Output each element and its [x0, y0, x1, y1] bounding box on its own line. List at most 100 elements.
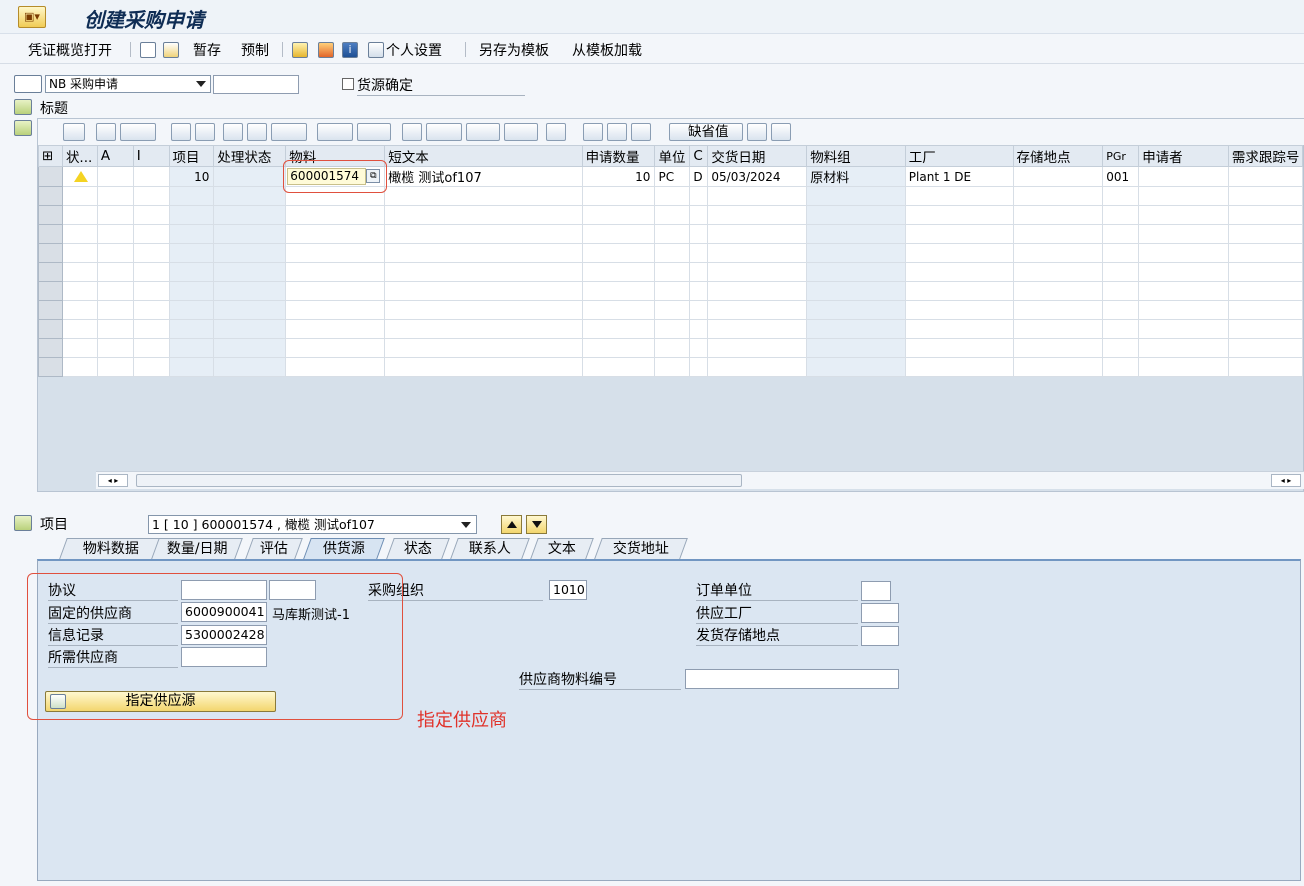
empty-cell[interactable]: [384, 224, 583, 244]
empty-cell[interactable]: [1012, 224, 1104, 244]
empty-cell[interactable]: [285, 300, 386, 320]
empty-cell[interactable]: [213, 205, 287, 225]
previous-item-button[interactable]: [501, 515, 522, 534]
empty-cell[interactable]: [213, 281, 287, 301]
row-selector[interactable]: [38, 357, 63, 377]
table-row-empty[interactable]: [38, 281, 1304, 301]
col-plant[interactable]: 工厂: [904, 145, 1014, 167]
empty-cell[interactable]: [689, 300, 709, 320]
col-unit[interactable]: 单位: [654, 145, 691, 167]
tab-contact[interactable]: 联系人: [450, 538, 530, 559]
save-as-template-button[interactable]: 另存为模板: [479, 40, 549, 60]
empty-cell[interactable]: [132, 243, 170, 263]
empty-cell[interactable]: [707, 338, 808, 358]
empty-cell[interactable]: [384, 262, 583, 282]
empty-cell[interactable]: [1012, 281, 1104, 301]
assign-icon[interactable]: [607, 123, 627, 141]
row-selector[interactable]: [38, 205, 63, 225]
empty-cell[interactable]: [1138, 357, 1229, 377]
empty-cell[interactable]: [581, 243, 656, 263]
open-folder-icon[interactable]: [163, 42, 179, 58]
collapse-item-detail-icon[interactable]: [14, 515, 32, 531]
empty-cell[interactable]: [1138, 281, 1229, 301]
empty-cell[interactable]: [384, 186, 583, 206]
empty-cell[interactable]: [806, 262, 906, 282]
expand-header-icon[interactable]: [14, 99, 32, 115]
grid-info-icon[interactable]: [546, 123, 566, 141]
empty-cell[interactable]: [806, 281, 906, 301]
row-selector[interactable]: [38, 243, 63, 263]
empty-cell[interactable]: [707, 205, 808, 225]
row-selector[interactable]: [38, 319, 63, 339]
empty-cell[interactable]: [213, 243, 287, 263]
document-type-select[interactable]: NB 采购申请: [45, 75, 211, 93]
empty-cell[interactable]: [1138, 262, 1229, 282]
empty-cell[interactable]: [904, 357, 1014, 377]
col-requester[interactable]: 申请者: [1138, 145, 1229, 167]
empty-cell[interactable]: [61, 243, 98, 263]
cell-storage-location[interactable]: [1012, 166, 1104, 187]
empty-cell[interactable]: [168, 262, 215, 282]
empty-cell[interactable]: [213, 338, 287, 358]
empty-cell[interactable]: [581, 300, 656, 320]
empty-cell[interactable]: [806, 186, 906, 206]
empty-cell[interactable]: [806, 300, 906, 320]
empty-cell[interactable]: [654, 319, 691, 339]
view-icon[interactable]: [426, 123, 462, 141]
col-delivery-date[interactable]: 交货日期: [707, 145, 808, 167]
empty-cell[interactable]: [213, 319, 287, 339]
empty-cell[interactable]: [168, 338, 215, 358]
empty-cell[interactable]: [654, 338, 691, 358]
cell-c[interactable]: D: [689, 166, 709, 187]
menu-icon[interactable]: ▣▾: [18, 6, 46, 28]
issue-storage-field[interactable]: [861, 626, 899, 646]
tab-delivery-address[interactable]: 交货地址: [594, 538, 688, 559]
sort-descending-icon[interactable]: [195, 123, 215, 141]
empty-cell[interactable]: [285, 281, 386, 301]
empty-cell[interactable]: [806, 224, 906, 244]
empty-cell[interactable]: [384, 319, 583, 339]
cell-unit[interactable]: PC: [654, 166, 691, 187]
empty-cell[interactable]: [61, 338, 98, 358]
empty-cell[interactable]: [168, 357, 215, 377]
empty-cell[interactable]: [689, 186, 709, 206]
empty-cell[interactable]: [384, 357, 583, 377]
empty-cell[interactable]: [384, 243, 583, 263]
empty-cell[interactable]: [168, 281, 215, 301]
empty-cell[interactable]: [904, 338, 1014, 358]
empty-cell[interactable]: [689, 319, 709, 339]
messages-icon[interactable]: [292, 42, 308, 58]
empty-cell[interactable]: [285, 224, 386, 244]
empty-cell[interactable]: [581, 224, 656, 244]
source-determination-icon[interactable]: [583, 123, 603, 141]
load-from-template-button[interactable]: 从模板加载: [572, 40, 642, 60]
empty-cell[interactable]: [806, 357, 906, 377]
table-row-empty[interactable]: [38, 205, 1304, 225]
tab-source-of-supply[interactable]: 供货源: [303, 538, 385, 559]
empty-cell[interactable]: [384, 338, 583, 358]
empty-cell[interactable]: [1227, 357, 1304, 377]
empty-cell[interactable]: [654, 186, 691, 206]
tab-status[interactable]: 状态: [386, 538, 450, 559]
cell-quantity[interactable]: 10: [581, 166, 656, 187]
empty-cell[interactable]: [132, 300, 170, 320]
new-document-icon[interactable]: [140, 42, 156, 58]
empty-cell[interactable]: [1227, 281, 1304, 301]
item-selector[interactable]: 1 [ 10 ] 600001574 , 橄榄 测试of107: [148, 515, 477, 534]
empty-cell[interactable]: [1102, 205, 1140, 225]
empty-cell[interactable]: [168, 300, 215, 320]
tab-quantity-date[interactable]: 数量/日期: [151, 538, 243, 559]
empty-cell[interactable]: [1138, 186, 1229, 206]
horizontal-scrollbar[interactable]: ◂ ▸ ◂ ▸: [96, 471, 1304, 489]
empty-cell[interactable]: [581, 281, 656, 301]
table-row-empty[interactable]: [38, 262, 1304, 282]
empty-cell[interactable]: [96, 186, 134, 206]
row-selector[interactable]: [38, 166, 63, 187]
empty-cell[interactable]: [904, 224, 1014, 244]
empty-cell[interactable]: [1102, 300, 1140, 320]
empty-cell[interactable]: [1227, 338, 1304, 358]
cell-a[interactable]: [96, 166, 134, 187]
empty-cell[interactable]: [132, 281, 170, 301]
scroll-left-right-icon[interactable]: ◂ ▸: [98, 474, 128, 487]
cell-short-text[interactable]: 橄榄 测试of107: [384, 166, 583, 187]
